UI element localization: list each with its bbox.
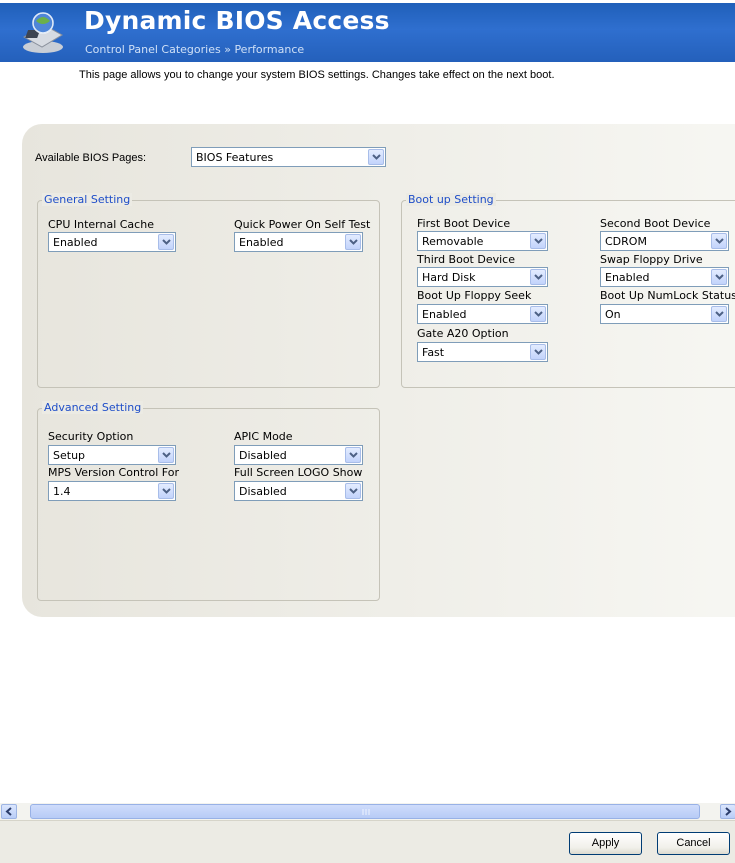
chevron-down-icon[interactable] xyxy=(530,269,546,285)
scroll-left-button[interactable] xyxy=(1,804,17,819)
first-boot-value: Removable xyxy=(422,235,484,248)
available-pages-value: BIOS Features xyxy=(196,151,274,164)
chevron-down-icon[interactable] xyxy=(158,234,174,250)
chevron-down-icon[interactable] xyxy=(345,447,361,463)
swap-floppy-select[interactable]: Enabled xyxy=(600,267,729,287)
security-option-select[interactable]: Setup xyxy=(48,445,176,465)
advanced-setting-title: Advanced Setting xyxy=(42,401,144,414)
chevron-down-icon[interactable] xyxy=(158,483,174,499)
third-boot-label: Third Boot Device xyxy=(417,253,515,266)
gate-a20-select[interactable]: Fast xyxy=(417,342,548,362)
quick-power-label: Quick Power On Self Test xyxy=(234,218,371,231)
numlock-value: On xyxy=(605,308,621,321)
apply-button[interactable]: Apply xyxy=(569,832,642,855)
chevron-down-icon[interactable] xyxy=(711,233,727,249)
second-boot-value: CDROM xyxy=(605,235,647,248)
button-bar: Apply Cancel xyxy=(0,820,735,863)
logo-show-value: Disabled xyxy=(239,485,287,498)
mps-version-label: MPS Version Control For xyxy=(48,466,179,479)
third-boot-value: Hard Disk xyxy=(422,271,476,284)
chevron-down-icon[interactable] xyxy=(158,447,174,463)
scroll-thumb[interactable] xyxy=(30,804,700,819)
first-boot-select[interactable]: Removable xyxy=(417,231,548,251)
logo-show-label: Full Screen LOGO Show xyxy=(234,466,363,479)
apic-mode-value: Disabled xyxy=(239,449,287,462)
chevron-left-icon xyxy=(5,807,12,816)
cpu-cache-value: Enabled xyxy=(53,236,98,249)
apic-mode-label: APIC Mode xyxy=(234,430,293,443)
numlock-select[interactable]: On xyxy=(600,304,729,324)
quick-power-select[interactable]: Enabled xyxy=(234,232,363,252)
floppy-seek-value: Enabled xyxy=(422,308,467,321)
quick-power-value: Enabled xyxy=(239,236,284,249)
chevron-down-icon[interactable] xyxy=(711,269,727,285)
security-option-label: Security Option xyxy=(48,430,134,443)
page-title: Dynamic BIOS Access xyxy=(84,6,390,35)
second-boot-select[interactable]: CDROM xyxy=(600,231,729,251)
swap-floppy-value: Enabled xyxy=(605,271,650,284)
apic-mode-select[interactable]: Disabled xyxy=(234,445,363,465)
available-pages-label: Available BIOS Pages: xyxy=(35,152,147,164)
bios-chip-icon xyxy=(23,12,63,53)
numlock-label: Boot Up NumLock Status xyxy=(600,289,735,302)
horizontal-scrollbar[interactable] xyxy=(0,803,735,820)
first-boot-label: First Boot Device xyxy=(417,217,511,230)
page-description: This page allows you to change your syst… xyxy=(79,69,555,81)
second-boot-label: Second Boot Device xyxy=(600,217,711,230)
cancel-button[interactable]: Cancel xyxy=(657,832,730,855)
chevron-down-icon[interactable] xyxy=(530,344,546,360)
chevron-down-icon[interactable] xyxy=(368,149,384,165)
logo-show-select[interactable]: Disabled xyxy=(234,481,363,501)
cpu-cache-label: CPU Internal Cache xyxy=(48,218,154,231)
security-option-value: Setup xyxy=(53,449,86,462)
scroll-right-button[interactable] xyxy=(720,804,735,819)
floppy-seek-select[interactable]: Enabled xyxy=(417,304,548,324)
chevron-down-icon[interactable] xyxy=(530,306,546,322)
grip-icon xyxy=(362,809,370,815)
chevron-down-icon[interactable] xyxy=(530,233,546,249)
boot-setting-title: Boot up Setting xyxy=(406,193,496,206)
gate-a20-value: Fast xyxy=(422,346,445,359)
swap-floppy-label: Swap Floppy Drive xyxy=(600,253,703,266)
breadcrumb: Control Panel Categories » Performance xyxy=(85,43,305,56)
cpu-cache-select[interactable]: Enabled xyxy=(48,232,176,252)
floppy-seek-label: Boot Up Floppy Seek xyxy=(417,289,532,302)
chevron-down-icon[interactable] xyxy=(345,234,361,250)
available-pages-select[interactable]: BIOS Features xyxy=(191,147,386,167)
mps-version-value: 1.4 xyxy=(53,485,71,498)
gate-a20-label: Gate A20 Option xyxy=(417,327,509,340)
chevron-down-icon[interactable] xyxy=(711,306,727,322)
chevron-right-icon xyxy=(725,807,732,816)
chevron-down-icon[interactable] xyxy=(345,483,361,499)
general-setting-title: General Setting xyxy=(42,193,133,206)
mps-version-select[interactable]: 1.4 xyxy=(48,481,176,501)
header-banner: Dynamic BIOS Access Control Panel Catego… xyxy=(0,0,735,62)
third-boot-select[interactable]: Hard Disk xyxy=(417,267,548,287)
